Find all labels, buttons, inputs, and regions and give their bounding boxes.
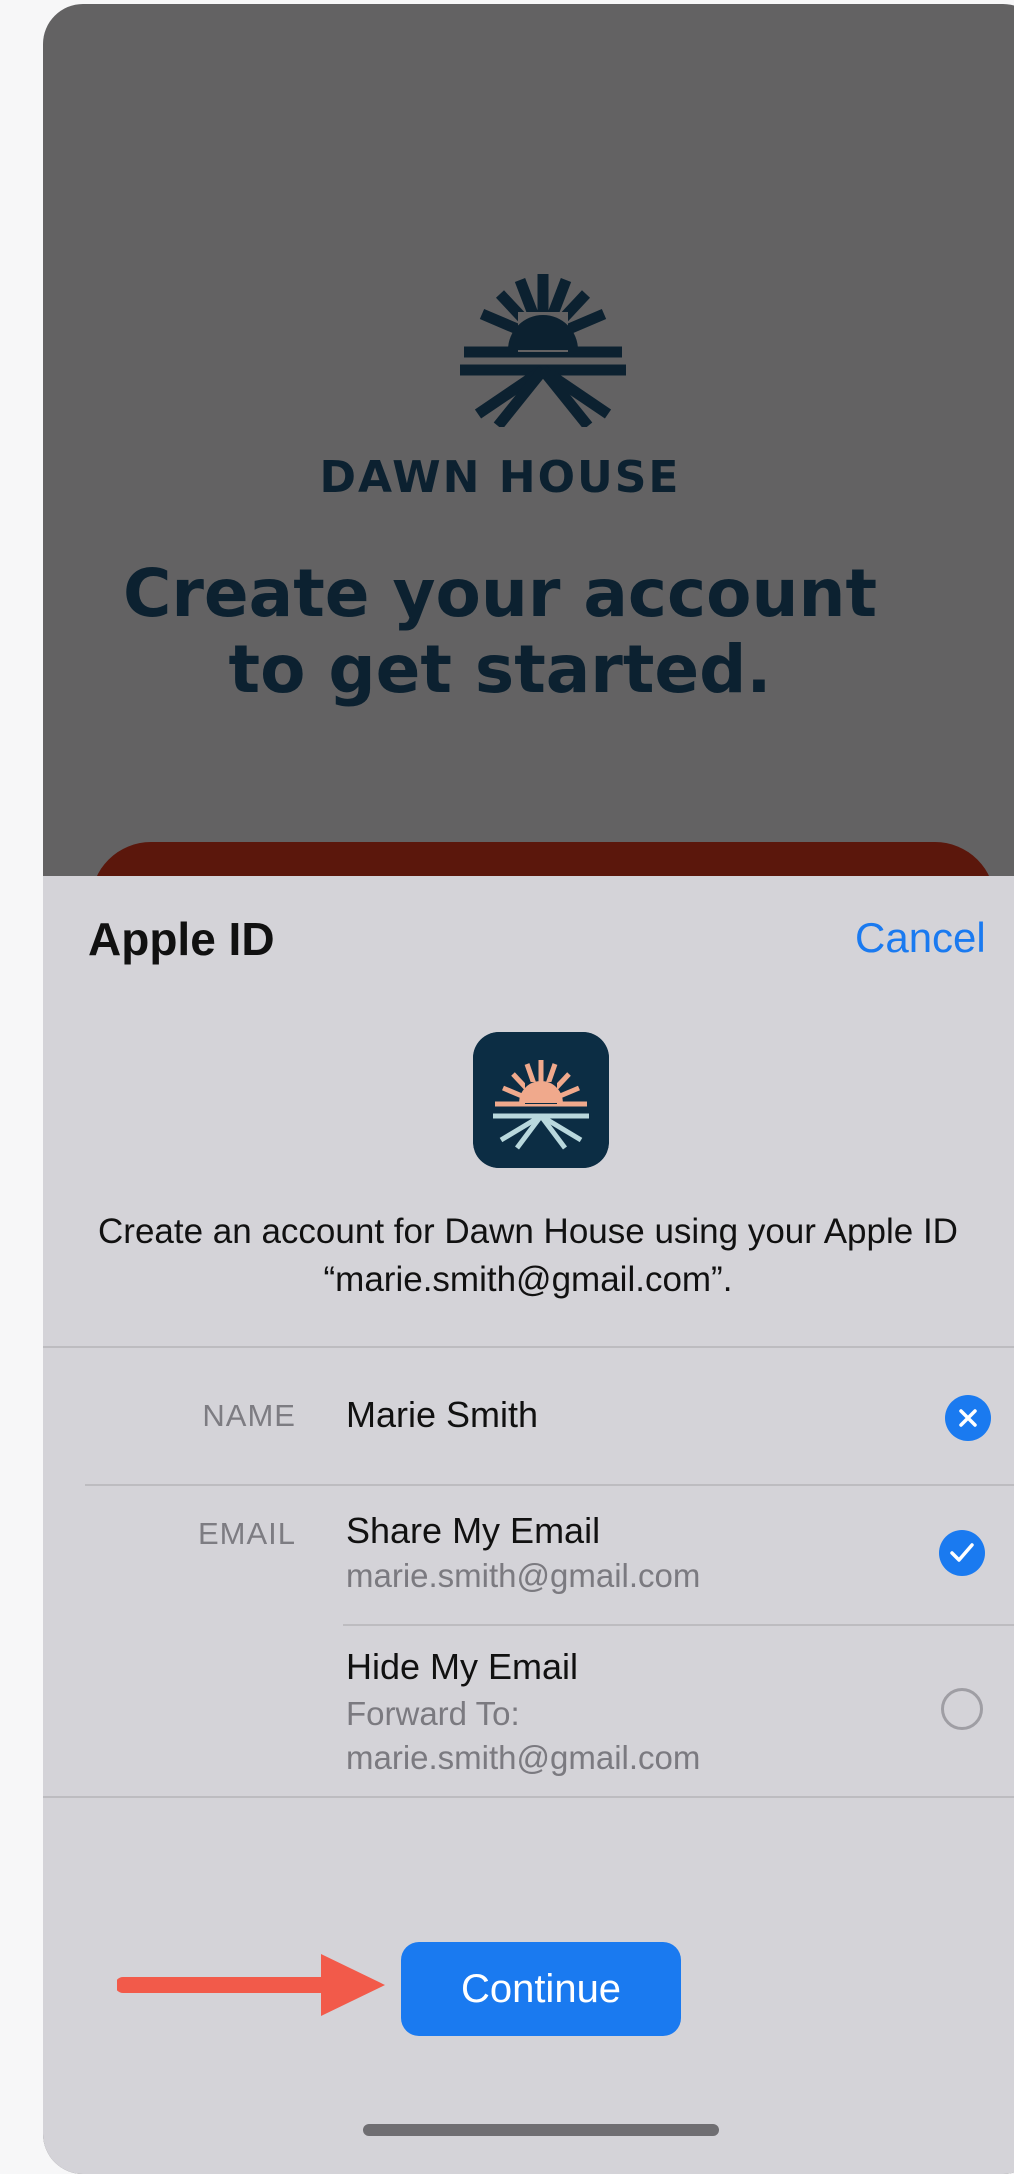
email-option-title: Share My Email bbox=[346, 1510, 601, 1551]
cancel-button[interactable]: Cancel bbox=[855, 914, 986, 962]
email-option-subtitle: Forward To: bbox=[346, 1695, 520, 1732]
name-label: NAME bbox=[202, 1398, 296, 1433]
email-option-subtitle: marie.smith@gmail.com bbox=[346, 1739, 701, 1776]
email-option-title: Hide My Email bbox=[346, 1646, 579, 1687]
description-line: Create an account for Dawn House using y… bbox=[98, 1212, 958, 1251]
email-option-subtitle: marie.smith@gmail.com bbox=[346, 1557, 701, 1594]
home-indicator bbox=[363, 2124, 719, 2136]
app-icon bbox=[473, 1032, 609, 1168]
arrow-right-icon bbox=[117, 1954, 385, 2016]
name-value[interactable]: Marie Smith bbox=[346, 1394, 538, 1436]
phone-screen: DAWN HOUSE Create your account to get st… bbox=[43, 4, 1014, 2174]
clear-icon[interactable] bbox=[945, 1395, 991, 1441]
divider bbox=[43, 1796, 1014, 1798]
divider bbox=[343, 1624, 1014, 1626]
radio-button[interactable] bbox=[941, 1688, 983, 1730]
checkmark-icon[interactable] bbox=[939, 1530, 985, 1576]
sheet-description: Create an account for Dawn House using y… bbox=[43, 1208, 1014, 1304]
continue-button[interactable]: Continue bbox=[401, 1942, 681, 2036]
sheet-title: Apple ID bbox=[88, 913, 275, 965]
divider bbox=[85, 1484, 1014, 1486]
brand-name: DAWN HOUSE bbox=[319, 452, 681, 503]
sunrise-logo-icon bbox=[460, 274, 626, 427]
email-label: EMAIL bbox=[197, 1516, 296, 1551]
headline: Create your account to get started. bbox=[122, 555, 878, 708]
description-email: “marie.smith@gmail.com”. bbox=[323, 1260, 733, 1299]
divider bbox=[43, 1346, 1014, 1348]
